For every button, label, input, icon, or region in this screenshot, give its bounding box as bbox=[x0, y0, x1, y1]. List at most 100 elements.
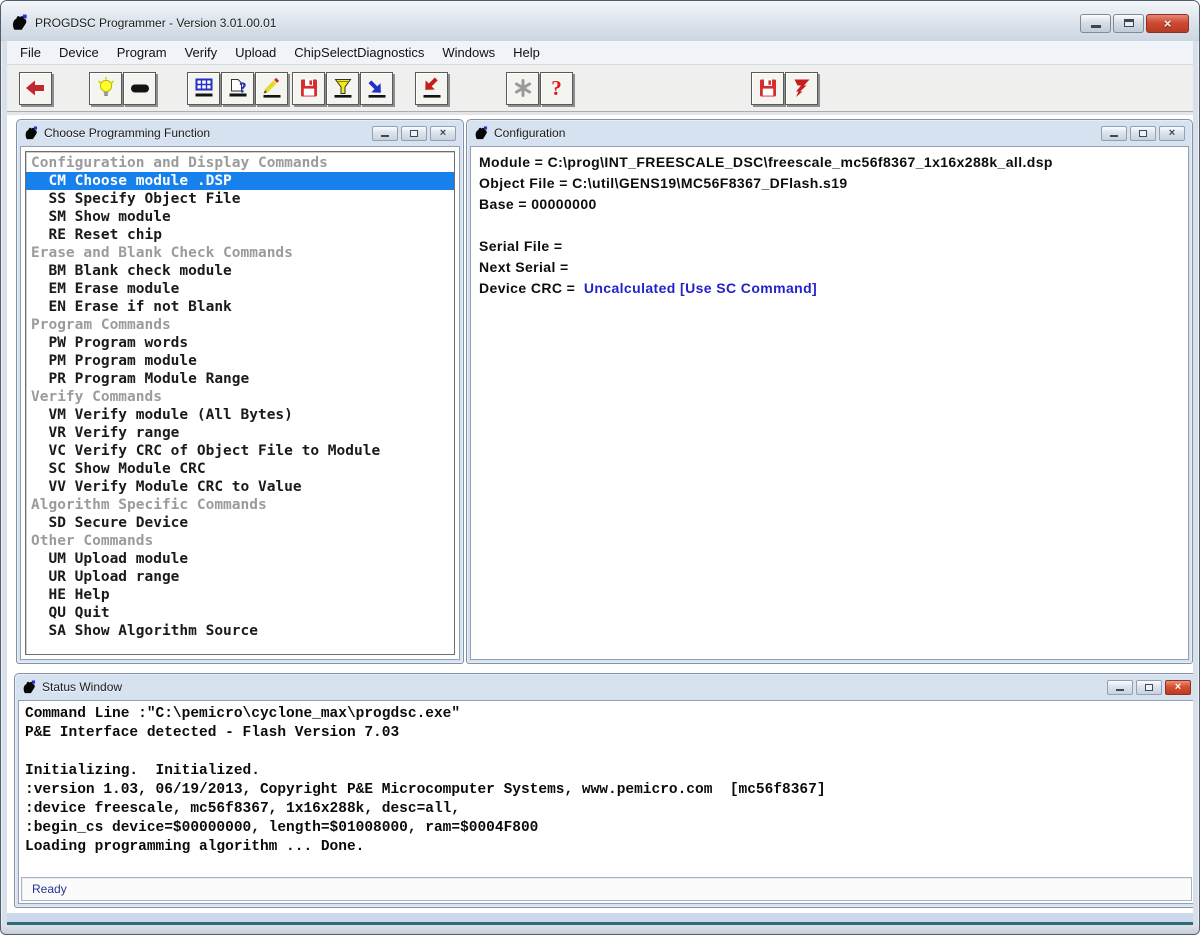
menu-item[interactable]: ChipSelectDiagnostics bbox=[285, 42, 433, 63]
configuration-window-titlebar[interactable]: Configuration × bbox=[470, 120, 1189, 146]
config-line: Base = 00000000 bbox=[479, 194, 1180, 215]
close-button[interactable]: × bbox=[430, 126, 456, 141]
minimize-icon bbox=[1116, 689, 1124, 691]
minimize-icon bbox=[1091, 25, 1101, 28]
main-window: PROGDSC Programmer - Version 3.01.00.01 … bbox=[0, 0, 1200, 935]
app-logo-icon bbox=[11, 14, 29, 32]
status-window: Status Window × Command Line :"C:\pemicr… bbox=[14, 673, 1193, 908]
menu-item[interactable]: File bbox=[11, 42, 50, 63]
restore-icon bbox=[1145, 684, 1153, 691]
frame-inner-strip bbox=[7, 913, 1193, 922]
config-label: Device CRC = bbox=[479, 280, 584, 296]
erase-pencil-icon bbox=[260, 76, 284, 100]
quit-button[interactable] bbox=[785, 72, 818, 105]
minimize-button[interactable] bbox=[1080, 14, 1111, 33]
ready-label: Ready bbox=[32, 882, 67, 896]
erase-module-button[interactable] bbox=[255, 72, 288, 105]
menu-item[interactable]: Help bbox=[504, 42, 549, 63]
quit-tornado-icon bbox=[790, 76, 814, 100]
restore-button[interactable] bbox=[401, 126, 427, 141]
config-label: Object File = bbox=[479, 175, 572, 191]
config-label: Module = bbox=[479, 154, 548, 170]
list-item: Program Commands bbox=[26, 316, 454, 334]
back-arrow-icon bbox=[24, 76, 48, 100]
restore-button[interactable] bbox=[1136, 680, 1162, 695]
eraser-button[interactable] bbox=[123, 72, 156, 105]
save-module-button[interactable] bbox=[292, 72, 325, 105]
config-line: Next Serial = bbox=[479, 257, 1180, 278]
back-button[interactable] bbox=[19, 72, 52, 105]
close-button[interactable]: × bbox=[1146, 14, 1189, 33]
close-button[interactable]: × bbox=[1159, 126, 1185, 141]
minimize-button[interactable] bbox=[372, 126, 398, 141]
list-item[interactable]: SA Show Algorithm Source bbox=[26, 622, 454, 640]
mdi-area: Choose Programming Function × Configurat… bbox=[7, 116, 1193, 913]
list-item[interactable]: VV Verify Module CRC to Value bbox=[26, 478, 454, 496]
status-bar: Ready bbox=[21, 877, 1192, 901]
function-window: Choose Programming Function × Configurat… bbox=[16, 119, 464, 664]
list-item[interactable]: RE Reset chip bbox=[26, 226, 454, 244]
function-window-titlebar[interactable]: Choose Programming Function × bbox=[20, 120, 460, 146]
upload-module-button[interactable] bbox=[360, 72, 393, 105]
app-logo-icon bbox=[474, 126, 489, 141]
list-item[interactable]: SC Show Module CRC bbox=[26, 460, 454, 478]
menu-item[interactable]: Windows bbox=[433, 42, 504, 63]
list-item[interactable]: SS Specify Object File bbox=[26, 190, 454, 208]
asterisk-icon bbox=[511, 76, 535, 100]
status-line: :device freescale, mc56f8367, 1x16x288k,… bbox=[25, 800, 1188, 819]
restore-button[interactable] bbox=[1130, 126, 1156, 141]
list-item[interactable]: SD Secure Device bbox=[26, 514, 454, 532]
minimize-icon bbox=[381, 135, 389, 137]
status-window-titlebar[interactable]: Status Window × bbox=[18, 674, 1193, 700]
list-item[interactable]: VC Verify CRC of Object File to Module bbox=[26, 442, 454, 460]
menu-item[interactable]: Verify bbox=[176, 42, 227, 63]
list-item[interactable]: QU Quit bbox=[26, 604, 454, 622]
save-config-button[interactable] bbox=[751, 72, 784, 105]
list-item[interactable]: EN Erase if not Blank bbox=[26, 298, 454, 316]
window-title: PROGDSC Programmer - Version 3.01.00.01 bbox=[35, 16, 276, 30]
list-item[interactable]: CM Choose module .DSP bbox=[26, 172, 454, 190]
list-item[interactable]: VM Verify module (All Bytes) bbox=[26, 406, 454, 424]
list-item[interactable]: SM Show module bbox=[26, 208, 454, 226]
config-line bbox=[479, 215, 1180, 236]
function-list[interactable]: Configuration and Display Commands CM Ch… bbox=[25, 151, 455, 655]
list-item[interactable]: PW Program words bbox=[26, 334, 454, 352]
list-item[interactable]: PR Program Module Range bbox=[26, 370, 454, 388]
verify-module-button[interactable] bbox=[326, 72, 359, 105]
status-line: Initializing. Initialized. bbox=[25, 762, 1188, 781]
list-item[interactable]: VR Verify range bbox=[26, 424, 454, 442]
specify-object-button[interactable] bbox=[506, 72, 539, 105]
list-item[interactable]: UR Upload range bbox=[26, 568, 454, 586]
menu-item[interactable]: Device bbox=[50, 42, 108, 63]
blank-check-button[interactable]: ? bbox=[221, 72, 254, 105]
status-line: :version 1.03, 06/19/2013, Copyright P&E… bbox=[25, 781, 1188, 800]
list-item[interactable]: PM Program module bbox=[26, 352, 454, 370]
menu-item[interactable]: Upload bbox=[226, 42, 285, 63]
list-item[interactable]: EM Erase module bbox=[26, 280, 454, 298]
verify-funnel-icon bbox=[331, 76, 355, 100]
maximize-icon bbox=[1124, 19, 1134, 27]
close-icon: × bbox=[1169, 128, 1175, 139]
list-item[interactable]: BM Blank check module bbox=[26, 262, 454, 280]
minimize-button[interactable] bbox=[1101, 126, 1127, 141]
menu-item[interactable]: Program bbox=[108, 42, 176, 63]
minimize-button[interactable] bbox=[1107, 680, 1133, 695]
program-red-arrow-icon bbox=[420, 76, 444, 100]
menu-bar: FileDeviceProgramVerifyUploadChipSelectD… bbox=[7, 41, 1193, 65]
maximize-button[interactable] bbox=[1113, 14, 1144, 33]
list-item[interactable]: HE Help bbox=[26, 586, 454, 604]
program-module-button[interactable] bbox=[415, 72, 448, 105]
config-line: Device CRC = Uncalculated [Use SC Comman… bbox=[479, 278, 1180, 299]
bulb-button[interactable] bbox=[89, 72, 122, 105]
save-config-floppy-icon bbox=[756, 76, 780, 100]
show-module-button[interactable] bbox=[187, 72, 220, 105]
help-button[interactable]: ? bbox=[540, 72, 573, 105]
status-line bbox=[25, 743, 1188, 762]
list-item: Configuration and Display Commands bbox=[26, 154, 454, 172]
close-button[interactable]: × bbox=[1165, 680, 1191, 695]
list-item[interactable]: UM Upload module bbox=[26, 550, 454, 568]
upload-blue-arrow-icon bbox=[365, 76, 389, 100]
list-item: Other Commands bbox=[26, 532, 454, 550]
config-line: Serial File = bbox=[479, 236, 1180, 257]
app-logo-icon bbox=[22, 680, 37, 695]
